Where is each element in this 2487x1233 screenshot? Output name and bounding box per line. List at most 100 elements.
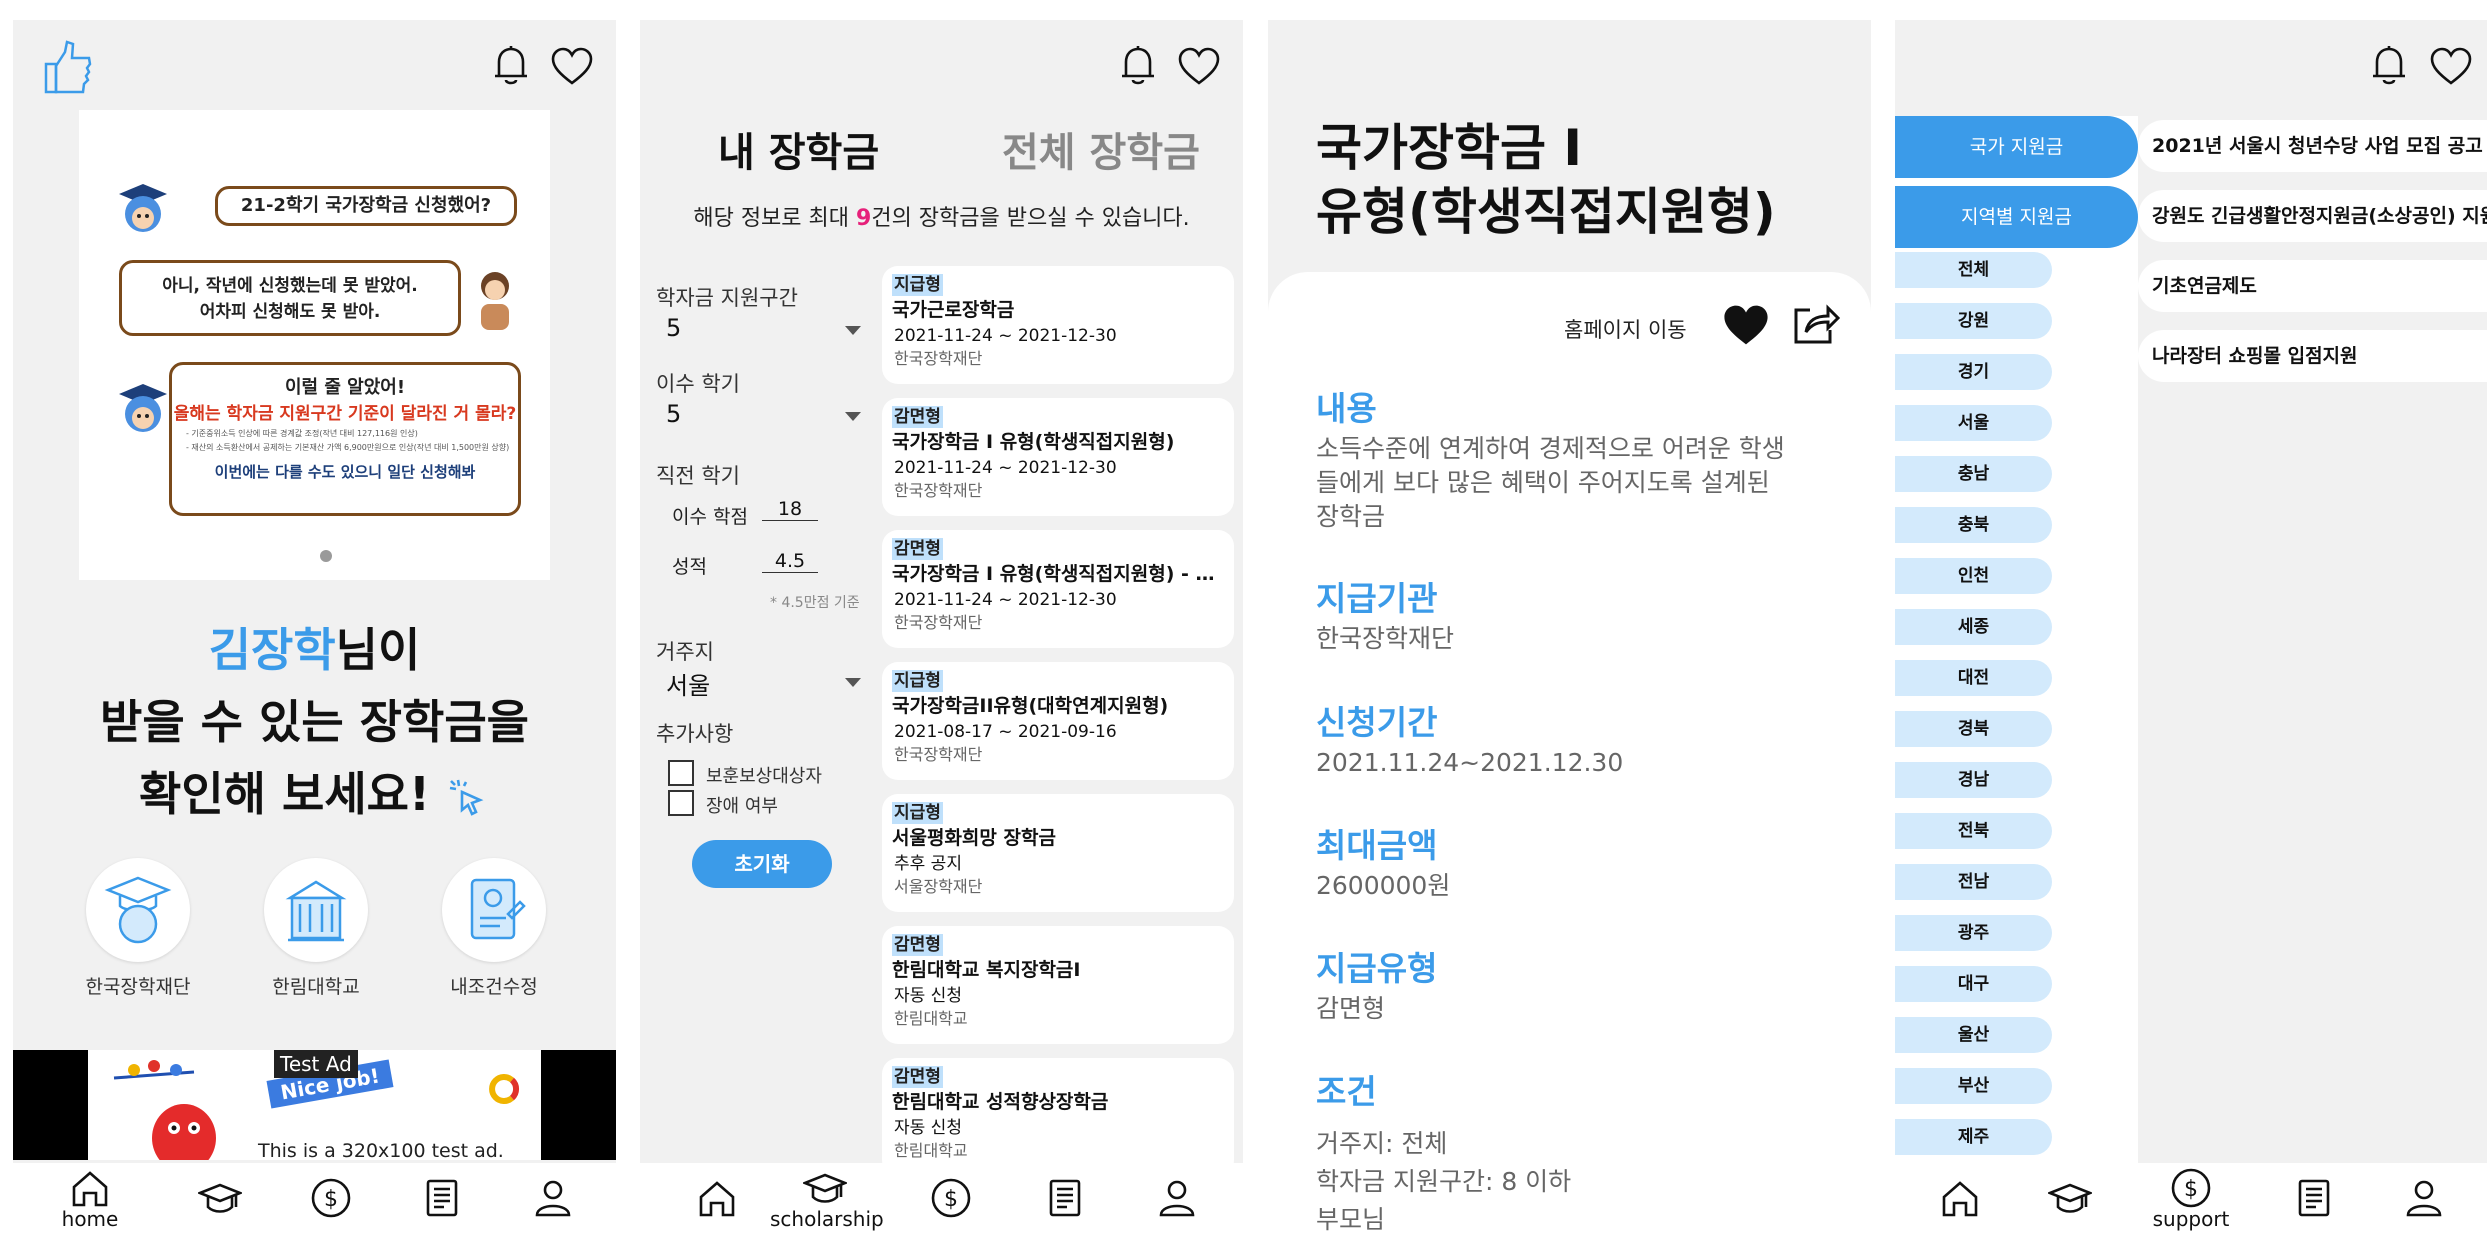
nav-profile[interactable] [498,1177,608,1233]
result-summary: 해당 정보로 최대 9건의 장학금을 받으실 수 있습니다. [640,200,1243,232]
prev-semester-label: 직전 학기 [656,464,740,488]
nav-news[interactable] [2259,1177,2369,1233]
nav-scholarship[interactable] [2015,1177,2125,1233]
region-item[interactable]: 대구 [1895,966,2052,1002]
reset-button[interactable]: 초기화 [692,840,832,888]
info-line-1: 이럴 줄 알았어! [284,377,406,398]
support-item[interactable]: 2021년 서울시 청년수당 사업 모집 공고 [2138,120,2487,172]
card-org: 한국장학재단 [894,481,983,500]
nav-home[interactable] [662,1177,772,1233]
nav-scholarship[interactable] [165,1177,275,1233]
user-icon [2402,1177,2446,1219]
heart-icon[interactable] [550,46,594,86]
shortcut-kosaf[interactable] [86,858,190,962]
heart-filled-icon[interactable] [1721,302,1771,348]
summary-suffix: 건의 장학금을 받으실 수 있습니다. [871,206,1190,231]
tab-regional-support[interactable]: 지역별 지원금 [1895,186,2138,248]
region-item[interactable]: 충북 [1895,507,2052,543]
semester-select[interactable]: 5 [666,400,861,428]
region-item[interactable]: 경남 [1895,762,2052,798]
band-label: 학자금 지원구간 [656,286,798,310]
bell-icon[interactable] [2369,44,2409,86]
region-item[interactable]: 대전 [1895,660,2052,696]
detail-title-line-2: 유형(학생직접지원형) [1316,183,1776,241]
region-item[interactable]: 서울 [1895,405,2052,441]
nav-profile[interactable] [1122,1177,1232,1233]
nav-home[interactable]: home [35,1167,145,1233]
nav-news[interactable] [387,1177,497,1233]
region-item[interactable]: 인천 [1895,558,2052,594]
graduation-cap-icon [803,1167,847,1209]
adchoices-icon[interactable] [488,1072,522,1106]
region-item[interactable]: 제주 [1895,1119,2052,1155]
card-period: 2021-11-24 ~ 2021-12-30 [894,458,1117,478]
chevron-down-icon [845,412,861,421]
type-tag: 감면형 [892,406,943,428]
home-icon [695,1177,739,1219]
region-item[interactable]: 경북 [1895,711,2052,747]
speech-bubble-question: 21-2학기 국가장학금 신청했어? [215,186,517,226]
region-item[interactable]: 전체 [1895,252,2052,288]
hero-suffix: 님이 [335,623,421,677]
tab-my-scholarship[interactable]: 내 장학금 [718,120,879,178]
scholarship-card[interactable]: 지급형 서울평화희망 장학금 추후 공지 서울장학재단 [882,794,1234,912]
scholarship-card[interactable]: 감면형 한림대학교 복지장학금I 자동 신청 한림대학교 [882,926,1234,1044]
share-icon[interactable] [1790,298,1842,348]
summary-prefix: 해당 정보로 최대 [693,206,850,231]
ad-text: This is a 320x100 test ad. [258,1140,504,1160]
disability-checkbox[interactable] [668,790,694,816]
shortcut-edit-profile[interactable] [442,858,546,962]
bottom-nav: $ support [1895,1163,2487,1233]
band-select[interactable]: 5 [666,314,861,342]
support-item[interactable]: 강원도 긴급생활안정지원금(소상공인) 지원 [2138,190,2487,242]
region-item[interactable]: 전북 [1895,813,2052,849]
region-item[interactable]: 부산 [1895,1068,2052,1104]
veteran-checkbox-label: 보훈보상대상자 [706,766,822,787]
scholarship-card[interactable]: 감면형 한림대학교 성적향상장학금 자동 신청 한림대학교 [882,1058,1234,1176]
scholarship-card[interactable]: 지급형 국가장학금II유형(대학연계지원형) 2021-08-17 ~ 2021… [882,662,1234,780]
card-period: 2021-11-24 ~ 2021-12-30 [894,590,1117,610]
ad-banner[interactable]: Nice job! This is a 320x100 test ad. Tes… [13,1050,616,1160]
scholarship-card[interactable]: 지급형 국가근로장학금 2021-11-24 ~ 2021-12-30 한국장학… [882,266,1234,384]
promo-banner[interactable]: 21-2학기 국가장학금 신청했어? 아니, 작년에 신청했는데 못 받았어. … [79,110,550,580]
region-item[interactable]: 세종 [1895,609,2052,645]
globe-cap-icon [104,874,172,946]
section-amount-text: 2600000원 [1316,871,1451,900]
region-item[interactable]: 강원 [1895,303,2052,339]
veteran-checkbox[interactable] [668,760,694,786]
scholarship-card[interactable]: 감면형 국가장학금 I 유형(학생직접지원형) 2021-11-24 ~ 202… [882,398,1234,516]
nav-support-label: support [2152,1207,2230,1231]
speech-bubble-info: 이럴 줄 알았어! 올해는 학자금 지원구간 기준이 달라진 거 몰라? - 기… [169,362,521,516]
support-item[interactable]: 기초연금제도 [2138,260,2487,312]
bell-icon[interactable] [1118,44,1158,86]
tab-national-support[interactable]: 국가 지원금 [1895,116,2138,178]
nav-support[interactable]: $ [276,1177,386,1233]
nav-scholarship[interactable]: scholarship [770,1167,884,1233]
heart-icon[interactable] [2429,46,2473,86]
nav-support[interactable]: $ [896,1177,1006,1233]
region-item[interactable]: 울산 [1895,1017,2052,1053]
region-item[interactable]: 충남 [1895,456,2052,492]
carousel-indicator[interactable] [320,550,332,562]
shortcut-hallym[interactable] [264,858,368,962]
residence-select[interactable]: 서울 [666,666,861,701]
region-item[interactable]: 경기 [1895,354,2052,390]
support-item[interactable]: 나라장터 쇼핑몰 입점지원 [2138,330,2487,382]
info-note-1: - 기준중위소득 인상에 따른 경계값 조정(작년 대비 127,116원 인상… [186,429,418,438]
scholarship-detail-screen: 국가장학금 I 유형(학생직접지원형) 홈페이지 이동 내용 소득수준에 연계하… [1268,20,1871,1233]
bell-icon[interactable] [491,44,531,86]
heart-icon[interactable] [1177,46,1221,86]
nav-support[interactable]: $ support [2136,1167,2246,1233]
nav-profile[interactable] [2369,1177,2479,1233]
homepage-link[interactable]: 홈페이지 이동 [1564,314,1687,344]
scholarship-card[interactable]: 감면형 국가장학금 I 유형(학생직접지원형) - 다자녀 2021-11-24… [882,530,1234,648]
credits-label: 이수 학점 [672,506,748,528]
grade-input[interactable]: 4.5 [762,550,818,573]
credits-input[interactable]: 18 [762,498,818,521]
nav-home[interactable] [1905,1177,2015,1233]
region-item[interactable]: 전남 [1895,864,2052,900]
tab-all-scholarship[interactable]: 전체 장학금 [1002,120,1200,178]
region-item[interactable]: 광주 [1895,915,2052,951]
section-issuer-text: 한국장학재단 [1316,624,1455,653]
nav-news[interactable] [1010,1177,1120,1233]
